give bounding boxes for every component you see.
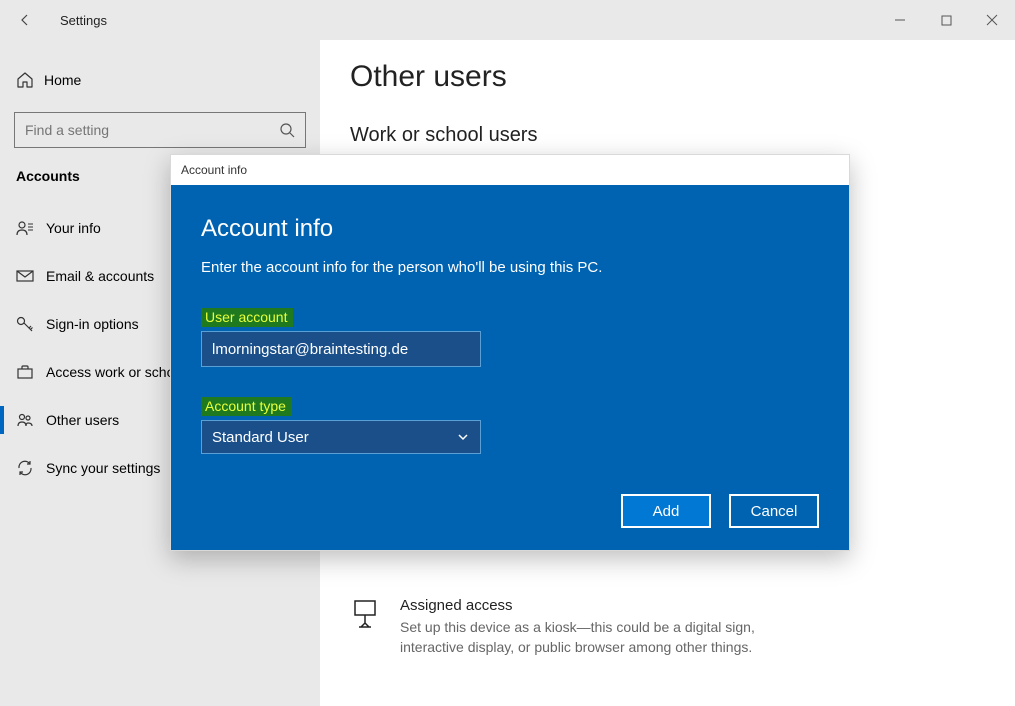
dialog-body: Account info Enter the account info for …: [171, 185, 849, 550]
sidebar-item-label: Other users: [46, 412, 119, 428]
search-box[interactable]: [14, 112, 306, 148]
user-account-input[interactable]: lmorningstar@braintesting.de: [201, 331, 481, 367]
account-type-select[interactable]: Standard User: [201, 420, 481, 454]
assigned-access-text: Assigned access Set up this device as a …: [400, 597, 760, 657]
page-title: Other users: [350, 60, 985, 94]
window-title: Settings: [60, 13, 107, 28]
titlebar: Settings: [0, 0, 1015, 40]
users-icon: [16, 411, 46, 429]
search-input[interactable]: [25, 122, 279, 138]
key-icon: [16, 315, 46, 333]
user-account-value: lmorningstar@braintesting.de: [212, 341, 408, 358]
sidebar-home-label: Home: [44, 72, 81, 88]
account-type-label: Account type: [201, 397, 292, 416]
add-button-label: Add: [653, 503, 680, 520]
sidebar-item-label: Email & accounts: [46, 268, 154, 284]
sidebar-item-label: Sign-in options: [46, 316, 139, 332]
sync-icon: [16, 459, 46, 477]
sidebar-item-label: Sync your settings: [46, 460, 160, 476]
assigned-access-title: Assigned access: [400, 597, 760, 614]
mail-icon: [16, 267, 46, 285]
window-controls: [877, 0, 1015, 40]
sidebar-item-label: Access work or school: [46, 364, 185, 380]
close-button[interactable]: [969, 0, 1015, 40]
account-info-dialog: Account info Account info Enter the acco…: [170, 154, 850, 551]
cancel-button[interactable]: Cancel: [729, 494, 819, 528]
back-button[interactable]: [0, 0, 50, 40]
dialog-titlebar: Account info: [171, 155, 849, 185]
minimize-icon: [894, 14, 906, 26]
sidebar-home[interactable]: Home: [0, 60, 320, 100]
user-account-label: User account: [201, 308, 293, 327]
person-icon: [16, 219, 46, 237]
search-icon: [279, 122, 295, 138]
cancel-button-label: Cancel: [751, 503, 798, 520]
dialog-instruction: Enter the account info for the person wh…: [201, 259, 819, 276]
assigned-access-row[interactable]: Assigned access Set up this device as a …: [350, 597, 985, 657]
dialog-button-row: Add Cancel: [201, 494, 819, 528]
maximize-button[interactable]: [923, 0, 969, 40]
chevron-down-icon: [456, 430, 470, 444]
arrow-left-icon: [17, 12, 33, 28]
close-icon: [986, 14, 998, 26]
dialog-heading: Account info: [201, 215, 819, 243]
home-icon: [16, 71, 44, 89]
assigned-access-desc: Set up this device as a kiosk—this could…: [400, 618, 760, 657]
kiosk-icon: [350, 597, 380, 657]
briefcase-icon: [16, 363, 46, 381]
add-button[interactable]: Add: [621, 494, 711, 528]
maximize-icon: [941, 15, 952, 26]
account-type-value: Standard User: [212, 429, 309, 446]
section-heading-work: Work or school users: [350, 124, 985, 147]
sidebar-item-label: Your info: [46, 220, 101, 236]
minimize-button[interactable]: [877, 0, 923, 40]
